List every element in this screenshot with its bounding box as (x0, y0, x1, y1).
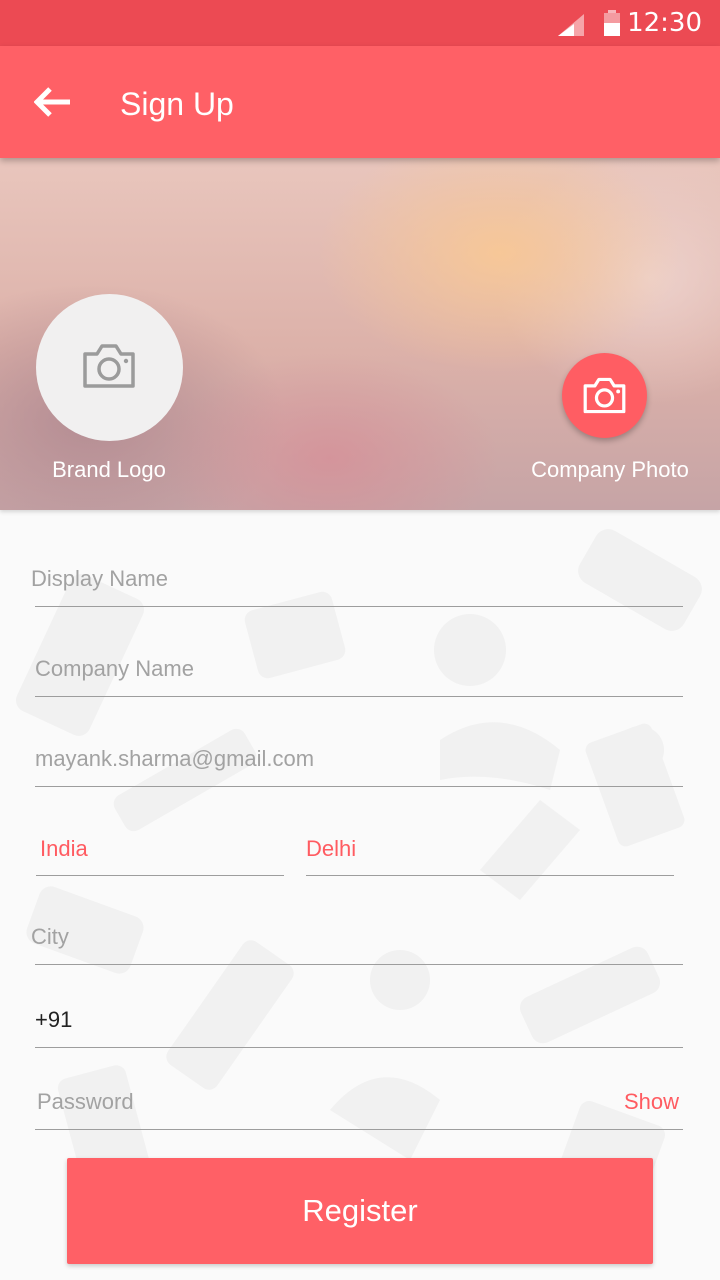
app-bar: Sign Up (0, 46, 720, 158)
country-value: India (40, 836, 88, 861)
battery-icon (604, 10, 620, 36)
password-field[interactable]: Show (35, 1081, 683, 1130)
phone-field[interactable] (35, 998, 683, 1048)
city-input[interactable] (31, 916, 679, 958)
camera-icon (83, 344, 135, 388)
display-name-field[interactable] (31, 558, 683, 607)
status-time: 12:30 (627, 8, 702, 38)
company-name-input[interactable] (35, 648, 683, 690)
email-input[interactable] (35, 738, 683, 780)
state-value: Delhi (306, 836, 357, 861)
display-name-input[interactable] (31, 558, 679, 600)
phone-input[interactable] (35, 998, 683, 1042)
register-button[interactable]: Register (67, 1158, 653, 1264)
brand-logo-upload[interactable] (36, 294, 183, 441)
page-title: Sign Up (120, 86, 234, 122)
camera-icon (583, 377, 626, 414)
city-field[interactable] (31, 916, 683, 965)
back-arrow-icon[interactable] (34, 86, 74, 118)
state-select[interactable]: Delhi (306, 828, 674, 876)
status-bar: 12:30 (0, 0, 720, 46)
cover-photo-area: Brand Logo Company Photo (0, 158, 720, 510)
show-password-toggle[interactable]: Show (624, 1089, 679, 1115)
country-select[interactable]: India (36, 828, 284, 876)
email-field[interactable] (35, 738, 683, 787)
signal-icon (558, 14, 584, 36)
brand-logo-label: Brand Logo (52, 457, 166, 482)
company-photo-label: Company Photo (531, 457, 689, 482)
password-input[interactable] (37, 1081, 597, 1123)
company-name-field[interactable] (35, 648, 683, 697)
company-photo-button[interactable] (562, 353, 647, 438)
